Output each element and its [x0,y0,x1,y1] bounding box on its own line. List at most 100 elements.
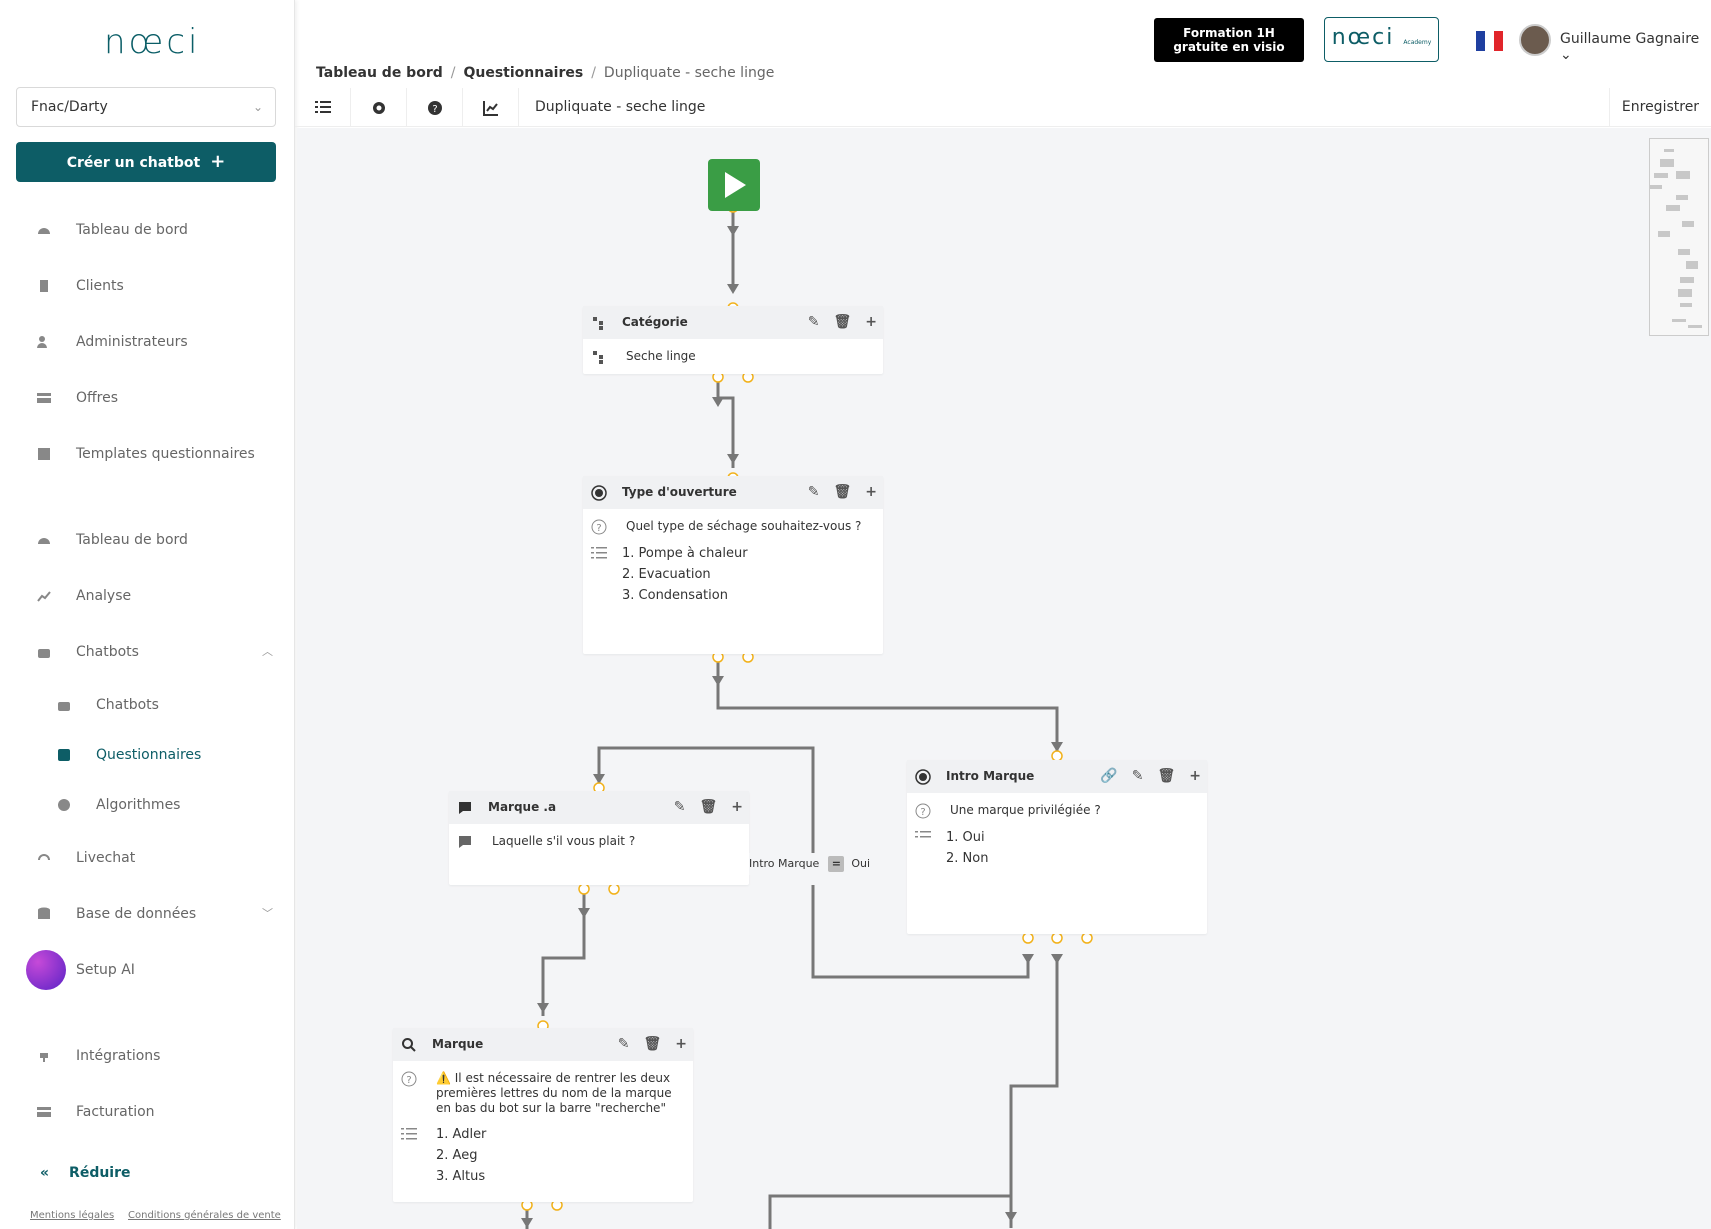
svg-text:?: ? [596,523,601,534]
user-menu[interactable]: Guillaume Gagnaire ⌄ [1560,31,1711,63]
delete-icon[interactable]: 🗑 [833,306,851,339]
french-flag-icon[interactable] [1476,31,1503,51]
node-categorie[interactable]: Catégorie ✎ 🗑 + Seche linge [583,306,883,374]
sidebar-item-label: Offres [76,390,119,406]
add-icon[interactable]: + [731,791,743,824]
double-chevron-left-icon: « [40,1165,50,1181]
sidebar-item-database[interactable]: Base de données ﹀ [0,896,295,932]
edit-icon[interactable]: ✎ [1132,760,1144,793]
breadcrumb-questionnaires[interactable]: Questionnaires [463,65,583,81]
question-icon: ? [915,803,931,819]
robot-icon [58,702,70,711]
node-content: Seche linge [626,349,696,363]
academy-button[interactable]: nœci Academy [1324,17,1439,62]
sidebar-item-administrateurs[interactable]: Administrateurs [0,324,295,360]
edge-condition[interactable]: Intro Marque = Oui [749,853,871,875]
edit-icon[interactable]: ✎ [808,476,820,509]
gear-icon [373,102,385,114]
message-icon [459,802,471,814]
list-icon [401,1128,417,1140]
client-select[interactable]: Fnac/Darty ⌄ [16,87,276,127]
sidebar-item-facturation[interactable]: Facturation [0,1094,295,1130]
save-button[interactable]: Enregistrer [1609,88,1711,127]
form-icon [58,749,70,761]
avatar[interactable] [1519,24,1551,56]
node-content: Laquelle s'il vous plait ? [492,834,636,848]
node-intro-marque[interactable]: Intro Marque 🔗 ✎ 🗑 + ? Une marque privil… [907,760,1207,934]
sidebar-item-dashboard-2[interactable]: Tableau de bord [0,522,295,558]
node-type-ouverture[interactable]: Type d'ouverture ✎ 🗑 + ? Quel type de sé… [583,476,883,654]
sidebar-item-label: Setup AI [76,962,135,978]
sidebar-item-label: Algorithmes [96,797,181,813]
edit-icon[interactable]: ✎ [674,791,686,824]
sidebar-item-offres[interactable]: Offres [0,380,295,416]
list-button[interactable] [295,88,351,127]
node-title: Intro Marque [946,769,1035,783]
link-icon[interactable]: 🔗 [1100,760,1117,793]
option-item: 3. Altus [436,1169,486,1184]
sidebar-item-label: Chatbots [76,644,139,660]
flow-canvas[interactable]: Catégorie ✎ 🗑 + Seche linge Type d'ouver… [297,128,1711,1229]
create-chatbot-button[interactable]: Créer un chatbot + [16,142,276,182]
node-marque-a[interactable]: Marque .a ✎ 🗑 + Laquelle s'il vous plait… [449,791,749,885]
edit-icon[interactable]: ✎ [618,1028,630,1061]
sidebar-item-clients[interactable]: Clients [0,268,295,304]
node-title: Marque [432,1037,484,1051]
sidebar-item-label: Intégrations [76,1048,161,1064]
sidebar-item-label: Tableau de bord [76,532,188,548]
add-icon[interactable]: + [865,476,877,509]
add-icon[interactable]: + [675,1028,687,1061]
toolbar: ? Dupliquate - seche linge Enregistrer [295,88,1711,127]
formation-button[interactable]: Formation 1H gratuite en visio [1154,18,1304,62]
delete-icon[interactable]: 🗑 [643,1028,661,1061]
admin-user-icon [37,336,47,348]
sidebar-item-label: Tableau de bord [76,222,188,238]
terms-link[interactable]: Conditions générales de vente [128,1210,281,1221]
search-icon [402,1038,416,1052]
minimap[interactable] [1649,138,1709,336]
reduce-label: Réduire [69,1165,131,1181]
sidebar-item-chatbots[interactable]: Chatbots [0,687,295,723]
option-item: 3. Condensation [622,588,728,603]
delete-icon[interactable]: 🗑 [699,791,717,824]
plus-icon: + [210,151,226,172]
question-icon: ? [401,1071,417,1087]
add-icon[interactable]: + [1189,760,1201,793]
svg-text:?: ? [920,807,925,818]
legal-mentions-link[interactable]: Mentions légales [30,1210,114,1221]
sidebar-item-setup-ai[interactable]: Setup AI [0,950,295,990]
edit-icon[interactable]: ✎ [808,306,820,339]
message-icon [459,836,471,848]
radio-icon [591,485,607,501]
settings-button[interactable] [351,88,407,127]
magic-wand-icon [26,950,66,990]
sidebar-item-questionnaires[interactable]: Questionnaires [0,737,295,773]
sidebar-item-label: Analyse [76,588,132,604]
breadcrumb-current: Dupliquate - seche linge [603,65,775,81]
academy-label: Academy [1403,39,1432,46]
dashboard-icon [38,228,50,234]
building-icon [40,280,48,292]
help-button[interactable]: ? [407,88,463,127]
node-title: Type d'ouverture [622,485,737,499]
add-icon[interactable]: + [865,306,877,339]
delete-icon[interactable]: 🗑 [1157,760,1175,793]
start-node[interactable] [708,159,760,211]
delete-icon[interactable]: 🗑 [833,476,851,509]
node-marque[interactable]: Marque ✎ 🗑 + ? ⚠️ Il est nécessaire de r… [393,1028,693,1202]
logo[interactable]: nœci [104,22,200,62]
sidebar-item-integrations[interactable]: Intégrations [0,1038,295,1074]
stats-button[interactable] [463,88,519,127]
reduce-sidebar-button[interactable]: « Réduire [40,1165,131,1181]
svg-text:?: ? [432,104,437,115]
breadcrumb-dashboard[interactable]: Tableau de bord [316,65,443,81]
sidebar-item-label: Questionnaires [96,747,202,763]
sidebar-item-templates[interactable]: Templates questionnaires [0,436,295,472]
sidebar-item-algorithmes[interactable]: Algorithmes [0,787,295,823]
sidebar-item-chatbots-group[interactable]: Chatbots ︿ [0,634,295,670]
condition-operator: = [828,856,845,872]
questionnaire-title[interactable]: Dupliquate - seche linge [535,88,705,126]
sidebar-item-dashboard[interactable]: Tableau de bord [0,212,295,248]
sidebar-item-analyse[interactable]: Analyse [0,578,295,614]
sidebar-item-livechat[interactable]: Livechat [0,840,295,876]
